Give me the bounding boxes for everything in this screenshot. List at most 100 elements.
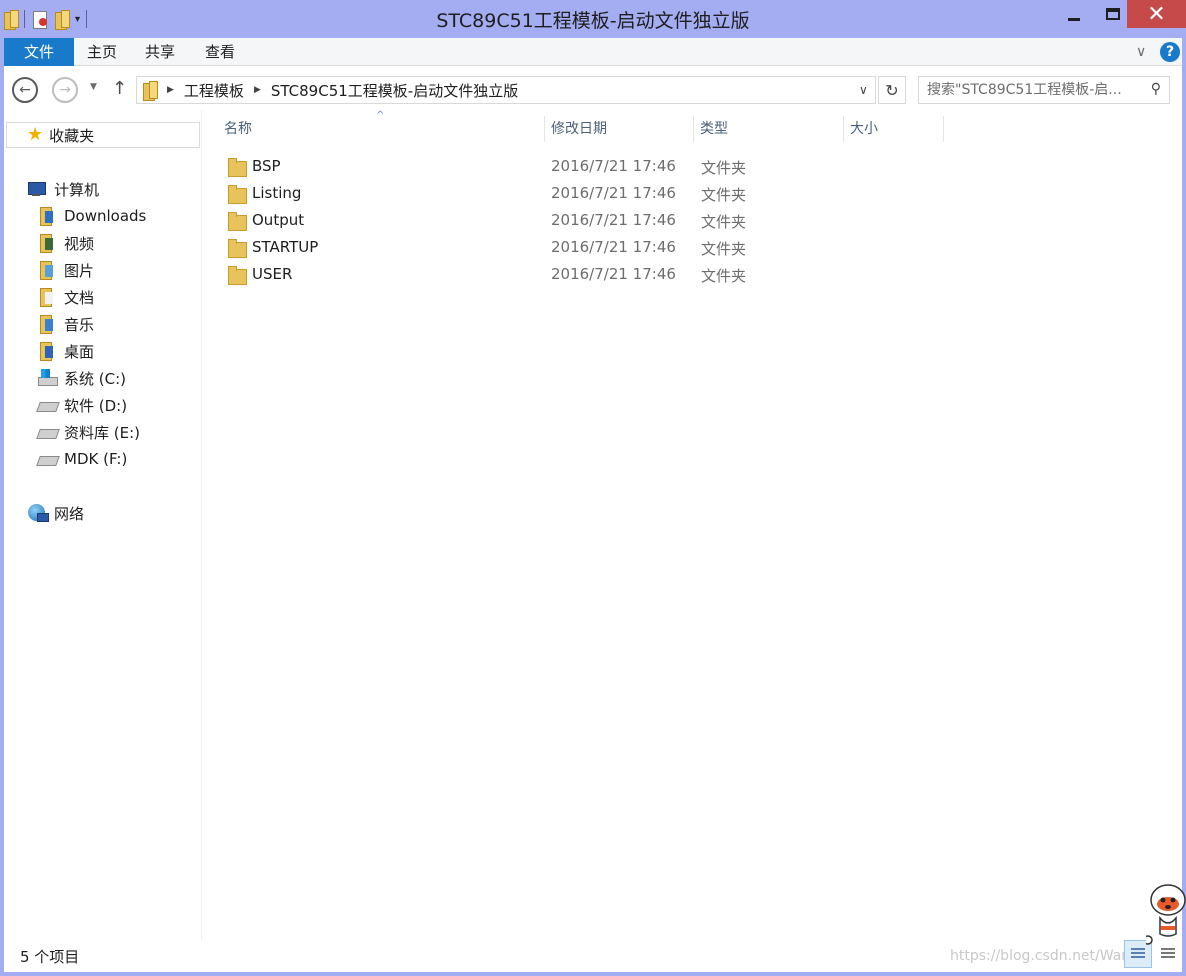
file-type: 文件夹 [701, 213, 747, 231]
nav-item-drive-f[interactable]: MDK (F:) [38, 446, 127, 472]
explorer-window: ▾ STC89C51工程模板-启动文件独立版 ✕ 文件 主页 共享 查看 ∨ ?… [0, 0, 1186, 976]
column-divider[interactable] [943, 116, 944, 142]
file-row[interactable]: Output 2016/7/21 17:46 文件夹 [220, 208, 770, 235]
status-bar: 5 个项目 https://blog.csdn.net/Wan [4, 940, 1182, 972]
ribbon-tabs: 文件 主页 共享 查看 ∨ ? [4, 38, 1182, 66]
file-type: 文件夹 [701, 240, 747, 258]
folder-icon [143, 81, 158, 101]
tab-share[interactable]: 共享 [134, 38, 186, 66]
nav-item-documents[interactable]: 文档 [38, 284, 94, 310]
nav-item-label: 计算机 [54, 180, 100, 199]
refresh-button[interactable]: ↻ [878, 76, 906, 104]
address-bar[interactable]: ▶ 工程模板 ▶ STC89C51工程模板-启动文件独立版 ∨ [136, 76, 876, 104]
back-button[interactable]: ← [12, 77, 38, 103]
nav-item-label: 视频 [64, 234, 95, 253]
nav-item-network[interactable]: 网络 [28, 500, 84, 526]
nav-item-label: 软件 (D:) [64, 396, 128, 415]
file-modified: 2016/7/21 17:46 [551, 238, 676, 256]
address-row: ← → ▼ ↑ ▶ 工程模板 ▶ STC89C51工程模板-启动文件独立版 ∨ … [4, 66, 1182, 110]
recent-locations-chevron-icon[interactable]: ▼ [90, 82, 97, 92]
breadcrumb-item[interactable]: STC89C51工程模板-启动文件独立版 [271, 80, 518, 101]
file-modified: 2016/7/21 17:46 [551, 211, 676, 229]
window-title: STC89C51工程模板-启动文件独立版 [436, 10, 750, 32]
navigation-pane: ★ 收藏夹 计算机 Downloads 视频 图片 文档 音乐 桌面 系统 (C… [4, 110, 202, 940]
folder-icon [228, 212, 247, 231]
column-divider[interactable] [544, 116, 545, 142]
help-icon[interactable]: ? [1160, 42, 1180, 62]
nav-item-label: 图片 [64, 261, 95, 280]
pictures-icon [38, 261, 56, 280]
address-dropdown-chevron-icon[interactable]: ∨ [859, 83, 868, 97]
nav-item-drive-e[interactable]: 资料库 (E:) [38, 419, 140, 445]
column-header-size[interactable]: 大小 [850, 118, 878, 142]
file-modified: 2016/7/21 17:46 [551, 157, 676, 175]
file-modified: 2016/7/21 17:46 [551, 184, 676, 202]
computer-icon [28, 180, 46, 198]
nav-item-system-drive[interactable]: 系统 (C:) [38, 365, 126, 391]
nav-item-label: Downloads [64, 207, 147, 225]
search-input[interactable] [919, 77, 1139, 103]
nav-item-label: 系统 (C:) [64, 369, 126, 388]
file-row[interactable]: STARTUP 2016/7/21 17:46 文件夹 [220, 235, 770, 262]
nav-item-label: 文档 [64, 288, 95, 307]
search-box[interactable]: ⚲ [918, 76, 1170, 104]
file-name: Listing [252, 184, 302, 202]
drive-icon [38, 450, 56, 468]
tab-view[interactable]: 查看 [194, 38, 246, 66]
folder-icon [228, 158, 247, 177]
file-name: Output [252, 211, 305, 229]
nav-item-computer[interactable]: 计算机 [28, 176, 99, 202]
column-header-modified[interactable]: 修改日期 [551, 118, 607, 142]
nav-item-drive-d[interactable]: 软件 (D:) [38, 392, 127, 418]
search-icon[interactable]: ⚲ [1151, 81, 1161, 97]
column-divider[interactable] [843, 116, 844, 142]
nav-item-music[interactable]: 音乐 [38, 311, 94, 337]
videos-icon [38, 234, 56, 253]
close-button[interactable]: ✕ [1127, 0, 1186, 28]
file-name: USER [252, 265, 293, 283]
nav-item-favorites[interactable]: ★ 收藏夹 [6, 122, 200, 148]
tab-home[interactable]: 主页 [76, 38, 128, 66]
expand-ribbon-chevron-icon[interactable]: ∨ [1136, 44, 1146, 60]
nav-item-videos[interactable]: 视频 [38, 230, 94, 256]
nav-item-label: 桌面 [64, 342, 95, 361]
file-row[interactable]: Listing 2016/7/21 17:46 文件夹 [220, 181, 770, 208]
maximize-icon [1106, 8, 1120, 20]
forward-arrow-icon: → [59, 82, 71, 98]
tab-file[interactable]: 文件 [4, 38, 74, 66]
system-drive-icon [38, 369, 58, 387]
star-icon: ★ [27, 124, 44, 145]
breadcrumb-separator-icon[interactable]: ▶ [254, 85, 261, 95]
nav-item-downloads[interactable]: Downloads [38, 203, 146, 229]
column-header-name[interactable]: 名称 [224, 118, 252, 142]
breadcrumb-item[interactable]: 工程模板 [184, 80, 244, 101]
folder-icon [228, 239, 247, 258]
breadcrumb-separator-icon[interactable]: ▶ [167, 85, 174, 95]
close-icon: ✕ [1147, 1, 1166, 27]
mascot-icon [1146, 884, 1186, 945]
nav-item-desktop[interactable]: 桌面 [38, 338, 94, 364]
nav-item-label: 资料库 (E:) [64, 423, 141, 442]
minimize-button[interactable] [1050, 0, 1098, 28]
back-arrow-icon: ← [19, 82, 31, 98]
nav-item-label: 音乐 [64, 315, 95, 334]
column-header-type[interactable]: 类型 [700, 118, 728, 142]
file-modified: 2016/7/21 17:46 [551, 265, 676, 283]
nav-item-pictures[interactable]: 图片 [38, 257, 94, 283]
file-row[interactable]: BSP 2016/7/21 17:46 文件夹 [220, 154, 770, 181]
file-name: BSP [252, 157, 281, 175]
watermark-text: https://blog.csdn.net/Wan [950, 948, 1131, 964]
details-view-icon [1131, 948, 1145, 960]
large-icons-view-icon [1161, 948, 1175, 960]
forward-button[interactable]: → [52, 77, 78, 103]
drive-icon [38, 396, 56, 414]
file-type: 文件夹 [701, 159, 747, 177]
file-name: STARTUP [252, 238, 319, 256]
refresh-icon: ↻ [885, 80, 899, 100]
file-row[interactable]: USER 2016/7/21 17:46 文件夹 [220, 262, 770, 289]
nav-item-label: 网络 [54, 504, 85, 523]
column-divider[interactable] [693, 116, 694, 142]
maximize-button[interactable] [1098, 0, 1128, 28]
up-arrow-icon[interactable]: ↑ [112, 78, 127, 99]
folder-icon [228, 266, 247, 285]
